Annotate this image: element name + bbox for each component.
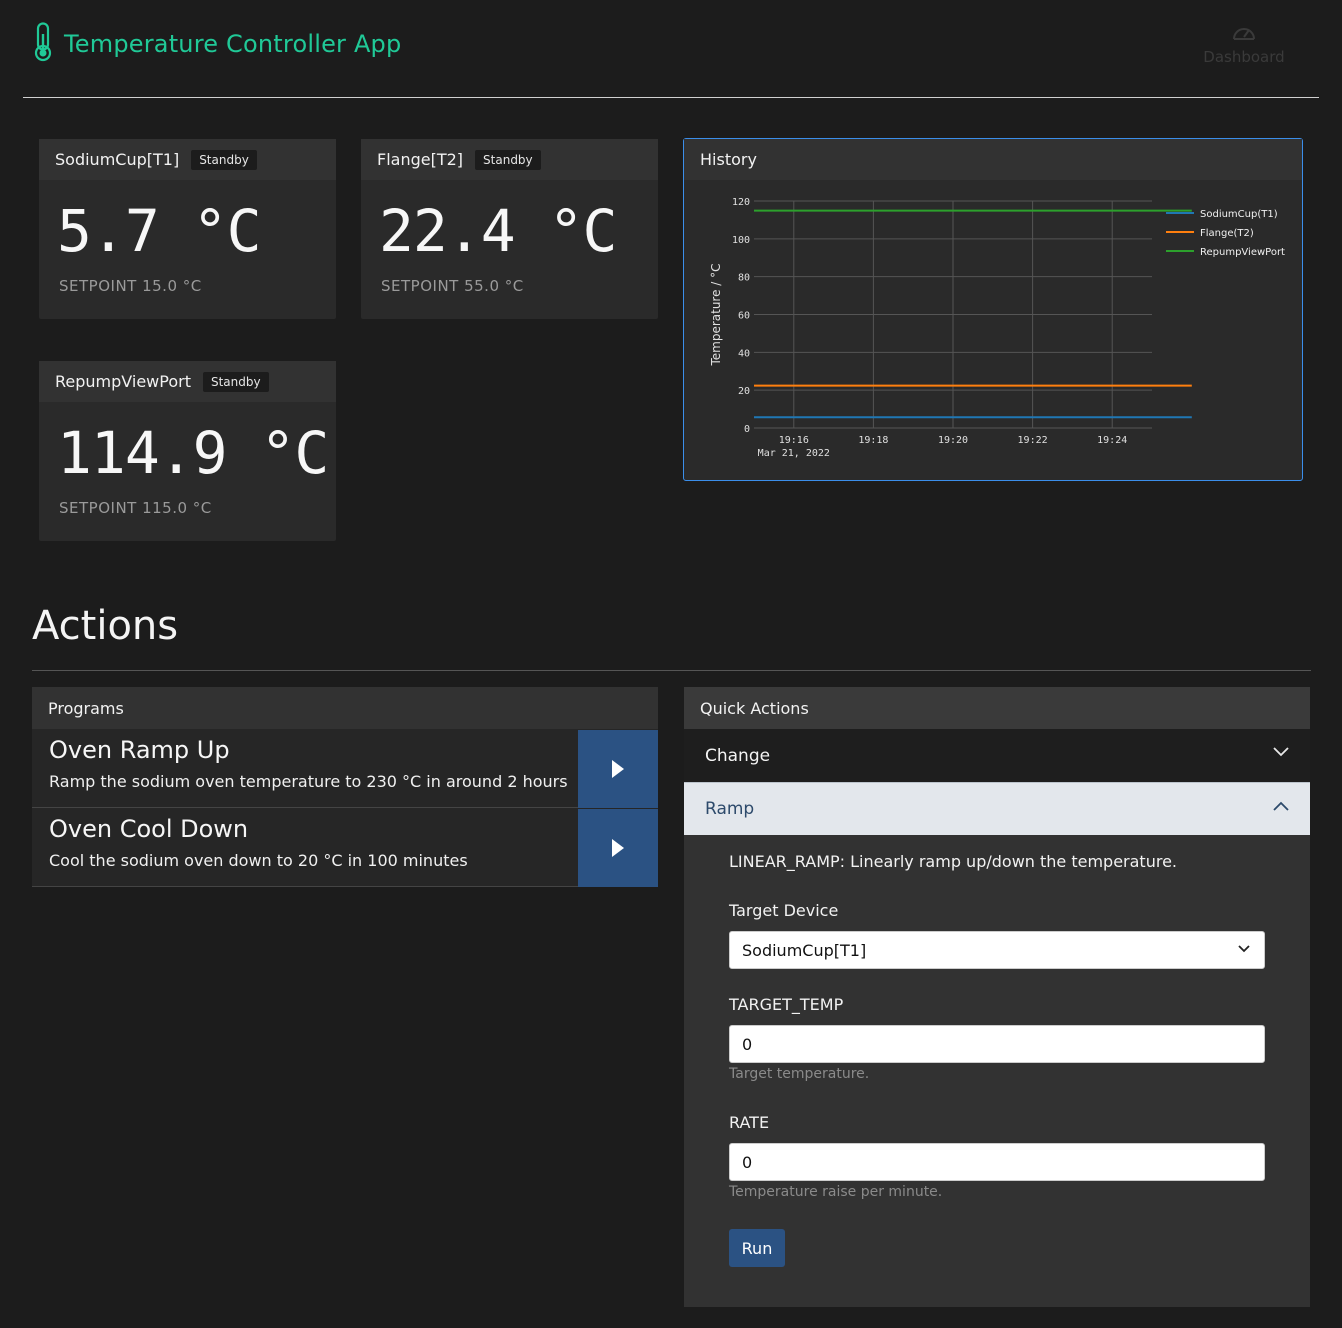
device-name: SodiumCup[T1] [55,150,180,169]
legend-label: RepumpViewPort [1200,247,1285,258]
programs-title: Programs [48,698,124,718]
target-temp-value: 0 [742,1034,753,1054]
speedometer-icon [1231,27,1257,46]
app-header: Temperature Controller App Dashboard [23,0,1319,98]
accordion-change-label: Change [705,745,771,766]
device-temperature: 22.4 °C [379,197,617,265]
target-device-value: SodiumCup[T1] [742,940,867,960]
rate-label: RATE [729,1113,770,1132]
device-card-repumpviewport: RepumpViewPort Standby 114.9 °C SETPOINT… [39,361,336,541]
target-temp-help: Target temperature. [729,1066,870,1082]
ramp-description: LINEAR_RAMP: Linearly ramp up/down the t… [729,852,1177,871]
x-tick-label: 19:20 [938,435,968,446]
run-button[interactable]: Run [729,1229,785,1267]
chevron-down-icon [1238,945,1250,953]
status-badge: Standby [202,371,269,392]
device-name: Flange[T2] [377,150,464,169]
play-icon [612,839,624,857]
brand[interactable]: Temperature Controller App [32,22,401,66]
quick-actions-header: Quick Actions [684,687,1310,729]
status-badge: Standby [191,149,257,170]
y-tick-label: 120 [732,197,750,208]
rate-value: 0 [742,1152,753,1172]
target-device-select[interactable]: SodiumCup[T1] [729,931,1265,969]
y-tick-label: 0 [744,424,750,435]
program-name: Oven Ramp Up [49,736,230,764]
programs-card: Programs Oven Ramp Up Ramp the sodium ov… [32,687,658,887]
status-badge: Standby [475,149,541,170]
y-tick-label: 20 [738,386,750,397]
program-name: Oven Cool Down [49,815,249,843]
y-tick-label: 80 [738,273,750,284]
accordion-change[interactable]: Change [684,729,1310,782]
device-card-flange: Flange[T2] Standby 22.4 °C SETPOINT 55.0… [361,139,658,319]
chevron-down-icon [1273,747,1289,757]
accordion-ramp[interactable]: Ramp [684,782,1310,835]
program-description: Ramp the sodium oven temperature to 230 … [49,772,568,791]
device-temperature: 114.9 °C [57,419,329,487]
device-setpoint: SETPOINT 15.0 °C [59,277,202,295]
y-axis-label: Temperature / °C [709,263,723,366]
nav-dashboard-label: Dashboard [1203,48,1285,66]
target-device-label: Target Device [729,901,839,920]
quick-actions-card: Quick Actions Change Ramp LINEAR_RAMP: L… [684,687,1310,1307]
program-description: Cool the sodium oven down to 20 °C in 10… [49,851,468,870]
app-title: Temperature Controller App [64,30,402,58]
program-item-oven-cool-down: Oven Cool Down Cool the sodium oven down… [32,809,658,887]
run-program-button[interactable] [578,730,658,808]
programs-header: Programs [32,687,658,729]
actions-title: Actions [32,603,179,649]
y-tick-label: 100 [732,235,750,246]
legend-label: Flange(T2) [1200,228,1254,239]
accordion-ramp-label: Ramp [705,799,755,819]
legend-label: SodiumCup(T1) [1200,209,1278,220]
y-tick-label: 60 [738,311,750,322]
device-setpoint: SETPOINT 55.0 °C [381,277,524,295]
program-item-oven-ramp-up: Oven Ramp Up Ramp the sodium oven temper… [32,730,658,808]
device-setpoint: SETPOINT 115.0 °C [59,499,212,517]
rate-help: Temperature raise per minute. [729,1184,943,1200]
device-card-header: Flange[T2] Standby [361,139,658,180]
history-title: History [700,150,757,169]
history-card: History 0 20 40 60 80 100 120 19:16 19:18 19:20 19… [683,138,1303,481]
play-icon [612,760,624,778]
actions-divider [32,670,1311,671]
chevron-up-icon [1273,801,1289,811]
x-tick-label: 19:24 [1097,435,1127,446]
y-tick-label: 40 [738,348,750,359]
rate-input[interactable]: 0 [729,1143,1265,1181]
device-card-header: SodiumCup[T1] Standby [39,139,336,180]
target-temp-label: TARGET_TEMP [729,995,844,1014]
target-temp-input[interactable]: 0 [729,1025,1265,1063]
x-tick-label: 19:16 [779,435,809,446]
x-tick-label: 19:18 [858,435,888,446]
device-temperature: 5.7 °C [57,197,262,265]
device-card-sodiumcup: SodiumCup[T1] Standby 5.7 °C SETPOINT 15… [39,139,336,319]
run-program-button[interactable] [578,809,658,887]
history-chart[interactable]: 0 20 40 60 80 100 120 19:16 19:18 19:20 19:22 19:24… [684,180,1302,480]
thermometer-icon [32,22,54,66]
device-name: RepumpViewPort [55,372,191,391]
quick-actions-title: Quick Actions [700,698,809,718]
device-card-header: RepumpViewPort Standby [39,361,336,402]
x-date-label: Mar 21, 2022 [758,448,830,459]
nav-dashboard-link[interactable]: Dashboard [1199,22,1289,66]
x-tick-label: 19:22 [1018,435,1048,446]
history-header: History [684,139,1302,180]
